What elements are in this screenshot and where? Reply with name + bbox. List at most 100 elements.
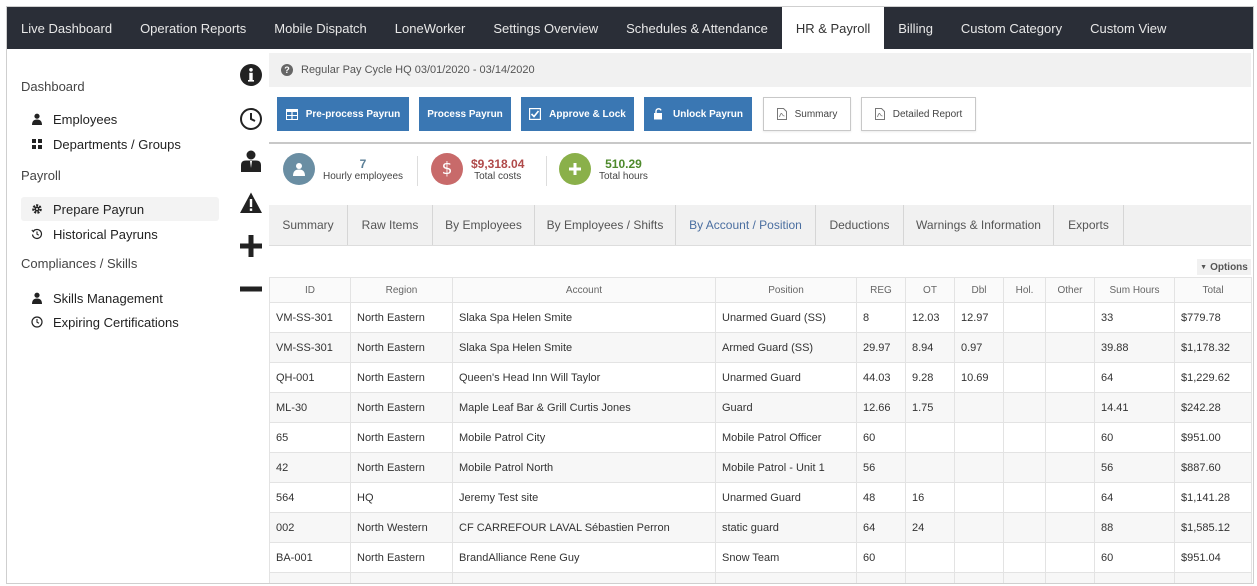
table-cell: 24 bbox=[905, 512, 955, 543]
total-costs-value: $9,318.04 bbox=[471, 156, 525, 171]
tab-live-dashboard[interactable]: Live Dashboard bbox=[7, 7, 126, 49]
table-row[interactable]: 564 HQ Jeremy Test site Unarmed Guard 48 16 64… bbox=[269, 482, 1252, 513]
table-icon bbox=[285, 108, 298, 120]
column-header[interactable]: Account bbox=[452, 277, 716, 303]
table-cell: 56 bbox=[856, 452, 906, 483]
tab-by-account-position[interactable]: By Account / Position bbox=[676, 205, 816, 245]
column-header[interactable]: Region bbox=[350, 277, 453, 303]
table-cell: Armed Guard (SS) bbox=[715, 332, 857, 363]
summary-report-button[interactable]: Summary bbox=[763, 97, 851, 131]
table-cell bbox=[1003, 512, 1046, 543]
tab-loneworker[interactable]: LoneWorker bbox=[381, 7, 480, 49]
help-icon[interactable]: ? bbox=[281, 64, 293, 76]
table-cell: 564 bbox=[269, 482, 351, 513]
sidebar-item-prepare-payrun[interactable]: Prepare Payrun bbox=[21, 197, 219, 221]
detailed-report-button[interactable]: Detailed Report bbox=[861, 97, 976, 131]
table-cell: 29.97 bbox=[856, 332, 906, 363]
table-cell: 1.75 bbox=[905, 392, 955, 423]
tab-warnings-information[interactable]: Warnings & Information bbox=[904, 205, 1054, 245]
table-cell: $887.60 bbox=[1174, 452, 1252, 483]
minus-icon[interactable] bbox=[237, 275, 265, 303]
sidebar-item-departments[interactable]: Departments / Groups bbox=[21, 132, 219, 156]
table-cell: BA-001 bbox=[269, 542, 351, 573]
table-row[interactable]: BA-001 North Eastern BrandAlliance Rene Gu… bbox=[269, 542, 1252, 573]
tab-schedules-attendance[interactable]: Schedules & Attendance bbox=[612, 7, 782, 49]
column-header[interactable]: Hol. bbox=[1003, 277, 1046, 303]
process-payrun-button[interactable]: Process Payrun bbox=[419, 97, 511, 131]
tab-custom-category[interactable]: Custom Category bbox=[947, 7, 1076, 49]
grid-icon bbox=[21, 139, 53, 149]
table-cell: 14.41 bbox=[1094, 392, 1175, 423]
tab-by-employees[interactable]: By Employees bbox=[433, 205, 535, 245]
column-header[interactable]: REG bbox=[856, 277, 906, 303]
column-header[interactable]: ID bbox=[269, 277, 351, 303]
table-row[interactable]: 65 North Eastern Mobile Patrol City Mobile … bbox=[269, 422, 1252, 453]
column-header[interactable]: Position bbox=[715, 277, 857, 303]
table-row[interactable]: 42 North Eastern Mobile Patrol North Mobile… bbox=[269, 452, 1252, 483]
table-cell: 002 bbox=[269, 512, 351, 543]
app-window: Live Dashboard Operation Reports Mobile … bbox=[6, 6, 1254, 584]
options-dropdown[interactable]: ▼ Options bbox=[1197, 259, 1251, 275]
history-icon bbox=[21, 228, 53, 240]
table-cell: North Western bbox=[350, 512, 453, 543]
table-cell: HQ bbox=[350, 482, 453, 513]
tab-hr-payroll[interactable]: HR & Payroll bbox=[781, 7, 885, 49]
preprocess-payrun-button[interactable]: Pre-process Payrun bbox=[277, 97, 409, 131]
plus-icon[interactable] bbox=[237, 232, 265, 260]
warning-icon[interactable] bbox=[237, 189, 265, 217]
sidebar-item-skills-management[interactable]: Skills Management bbox=[21, 286, 219, 310]
table-cell: 44.03 bbox=[856, 362, 906, 393]
approve-lock-button[interactable]: Approve & Lock bbox=[521, 97, 634, 131]
table-row[interactable]: CT-PS-151North EasternBull Carpenter Tom… bbox=[269, 572, 1252, 583]
table-cell bbox=[954, 512, 1004, 543]
tab-deductions[interactable]: Deductions bbox=[816, 205, 904, 245]
tab-raw-items[interactable]: Raw Items bbox=[348, 205, 433, 245]
sidebar-item-historical-payruns[interactable]: Historical Payruns bbox=[21, 222, 219, 246]
table-cell: 10.69 bbox=[954, 362, 1004, 393]
table-row[interactable]: QH-001 North Eastern Queen's Head Inn Will… bbox=[269, 362, 1252, 393]
info-icon[interactable] bbox=[237, 61, 265, 89]
divider bbox=[417, 156, 418, 186]
button-label: Process Payrun bbox=[427, 108, 503, 120]
tab-billing[interactable]: Billing bbox=[884, 7, 947, 49]
employee-icon[interactable] bbox=[237, 147, 265, 175]
tab-operation-reports[interactable]: Operation Reports bbox=[126, 7, 260, 49]
clock-icon[interactable] bbox=[237, 105, 265, 133]
unlock-payrun-button[interactable]: Unlock Payrun bbox=[644, 97, 752, 131]
table-cell: Slaka Spa Helen Smite bbox=[452, 302, 716, 333]
tab-settings-overview[interactable]: Settings Overview bbox=[479, 7, 612, 49]
table-cell: North Eastern bbox=[350, 542, 453, 573]
table-cell bbox=[1045, 482, 1095, 513]
table-cell: $1,585.12 bbox=[1174, 512, 1252, 543]
plus-icon bbox=[559, 153, 591, 185]
sidebar-item-expiring-certifications[interactable]: Expiring Certifications bbox=[21, 310, 219, 334]
column-header[interactable]: Total bbox=[1174, 277, 1252, 303]
column-header[interactable]: Dbl bbox=[954, 277, 1004, 303]
pdf-icon bbox=[776, 108, 787, 120]
table-cell: 9.28 bbox=[905, 362, 955, 393]
tab-exports[interactable]: Exports bbox=[1054, 205, 1124, 245]
table-cell bbox=[1045, 392, 1095, 423]
table-cell: 15 bbox=[856, 572, 906, 583]
table-cell: North Eastern bbox=[350, 332, 453, 363]
button-label: Detailed Report bbox=[892, 108, 963, 120]
column-header[interactable]: OT bbox=[905, 277, 955, 303]
tab-custom-view[interactable]: Custom View bbox=[1076, 7, 1180, 49]
divider bbox=[546, 156, 547, 186]
table-cell: 8.94 bbox=[905, 332, 955, 363]
table-cell: 64 bbox=[1094, 482, 1175, 513]
sidebar: Dashboard Employees Departments / Groups… bbox=[7, 49, 229, 583]
column-header[interactable]: Other bbox=[1045, 277, 1095, 303]
table-row[interactable]: 002 North Western CF CARREFOUR LAVAL Sébas… bbox=[269, 512, 1252, 543]
table-row[interactable]: VM-SS-301 North Eastern Slaka Spa Helen Sm… bbox=[269, 302, 1252, 333]
sidebar-item-label: Skills Management bbox=[53, 290, 163, 306]
table-cell: 33 bbox=[1094, 302, 1175, 333]
pdf-icon bbox=[874, 108, 885, 120]
table-row[interactable]: VM-SS-301 North Eastern Slaka Spa Helen Sm… bbox=[269, 332, 1252, 363]
tab-mobile-dispatch[interactable]: Mobile Dispatch bbox=[260, 7, 381, 49]
tab-summary[interactable]: Summary bbox=[269, 205, 348, 245]
column-header[interactable]: Sum Hours bbox=[1094, 277, 1175, 303]
tab-by-employees-shifts[interactable]: By Employees / Shifts bbox=[535, 205, 676, 245]
sidebar-item-employees[interactable]: Employees bbox=[21, 107, 219, 131]
table-row[interactable]: ML-30 North Eastern Maple Leaf Bar & Grill… bbox=[269, 392, 1252, 423]
